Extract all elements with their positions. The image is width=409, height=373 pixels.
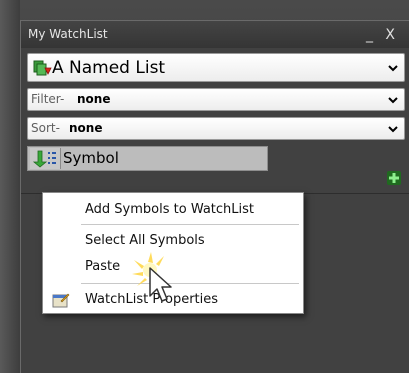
watchlist-selector-value: A Named List xyxy=(52,58,166,78)
window-titlebar[interactable]: My WatchList _ X xyxy=(21,21,409,48)
menu-item-paste[interactable]: Paste xyxy=(43,256,303,278)
plus-icon[interactable] xyxy=(386,170,402,186)
filter-label: Filter- xyxy=(31,92,65,106)
sort-label: Sort- xyxy=(31,121,60,135)
watchlist-selector[interactable]: A Named List xyxy=(27,53,405,82)
filter-dropdown[interactable]: Filter- none xyxy=(27,88,405,111)
menu-item-watchlist-properties[interactable]: WatchList Properties xyxy=(43,289,303,311)
window-controls[interactable]: _ X xyxy=(366,21,399,49)
sort-value: none xyxy=(69,121,103,135)
properties-icon xyxy=(52,292,70,308)
symbol-column-header[interactable]: Symbol xyxy=(27,146,268,171)
menu-item-watchlist-properties-label: WatchList Properties xyxy=(85,292,219,307)
sort-order-icon[interactable] xyxy=(30,148,61,169)
chevron-down-icon xyxy=(388,64,398,71)
chevron-down-icon xyxy=(388,125,398,132)
symbol-column-label: Symbol xyxy=(63,149,119,167)
menu-item-add-symbols[interactable]: Add Symbols to WatchList xyxy=(43,199,303,221)
menu-separator xyxy=(81,283,299,284)
filter-value: none xyxy=(77,92,111,106)
chevron-down-icon xyxy=(388,96,398,103)
context-menu: Add Symbols to WatchList Select All Symb… xyxy=(42,192,304,314)
sort-dropdown[interactable]: Sort- none xyxy=(27,117,405,140)
watchlist-icon xyxy=(32,58,52,78)
menu-separator xyxy=(81,224,299,225)
menu-item-select-all[interactable]: Select All Symbols xyxy=(43,230,303,252)
window-title: My WatchList xyxy=(28,27,108,41)
